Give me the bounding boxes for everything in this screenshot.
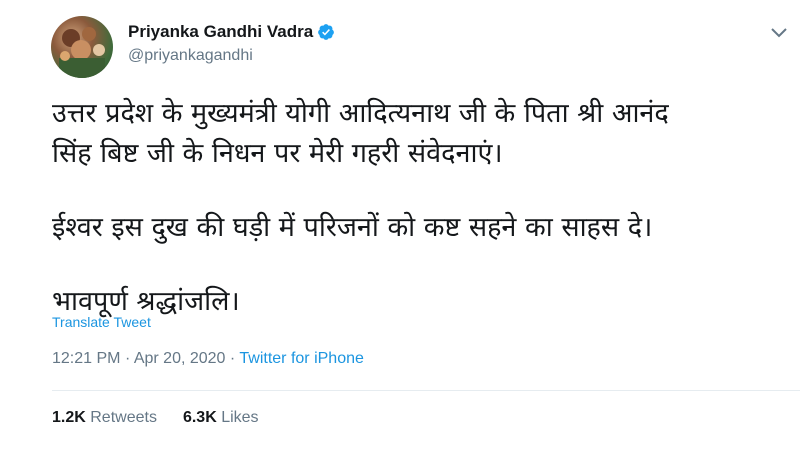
tweet-line: भावपूर्ण श्रद्धांजलि। bbox=[52, 286, 240, 317]
meta-separator: · bbox=[229, 350, 236, 367]
verified-badge-icon bbox=[317, 23, 335, 41]
tweet-time[interactable]: 12:21 PM bbox=[52, 350, 120, 367]
likes-count: 6.3K bbox=[182, 409, 217, 426]
tweet-line: सिंह बिष्ट जी के निधन पर मेरी गहरी संवेद… bbox=[52, 138, 503, 169]
tweet-card: Priyanka Gandhi Vadra @priyankagandhi उत… bbox=[0, 0, 800, 451]
translate-tweet-link[interactable]: Translate Tweet bbox=[52, 314, 151, 330]
retweets-count: 1.2K bbox=[52, 409, 86, 426]
divider bbox=[52, 390, 800, 391]
tweet-date[interactable]: Apr 20, 2020 bbox=[134, 350, 226, 367]
tweet-stats: 1.2K Retweets 6.3K Likes bbox=[52, 409, 259, 427]
retweets-stat[interactable]: 1.2K Retweets bbox=[52, 409, 157, 427]
tweet-line: उत्तर प्रदेश के मुख्यमंत्री योगी आदित्यन… bbox=[52, 98, 669, 129]
retweets-label: Retweets bbox=[90, 409, 157, 426]
tweet-text: उत्तर प्रदेश के मुख्यमंत्री योगी आदित्यन… bbox=[52, 94, 792, 322]
tweet-line: ईश्वर इस दुख की घड़ी में परिजनों को कष्ट… bbox=[52, 212, 653, 243]
tweet-meta: 12:21 PM · Apr 20, 2020 · Twitter for iP… bbox=[52, 350, 364, 368]
meta-separator: · bbox=[124, 350, 131, 367]
likes-stat[interactable]: 6.3K Likes bbox=[183, 409, 259, 427]
likes-label: Likes bbox=[221, 409, 259, 426]
tweet-source-link[interactable]: Twitter for iPhone bbox=[239, 350, 364, 367]
chevron-down-icon[interactable] bbox=[770, 26, 788, 38]
avatar[interactable] bbox=[51, 16, 113, 78]
author-name[interactable]: Priyanka Gandhi Vadra bbox=[128, 22, 313, 42]
author-handle[interactable]: @priyankagandhi bbox=[128, 47, 253, 65]
author-row: Priyanka Gandhi Vadra bbox=[128, 22, 335, 42]
